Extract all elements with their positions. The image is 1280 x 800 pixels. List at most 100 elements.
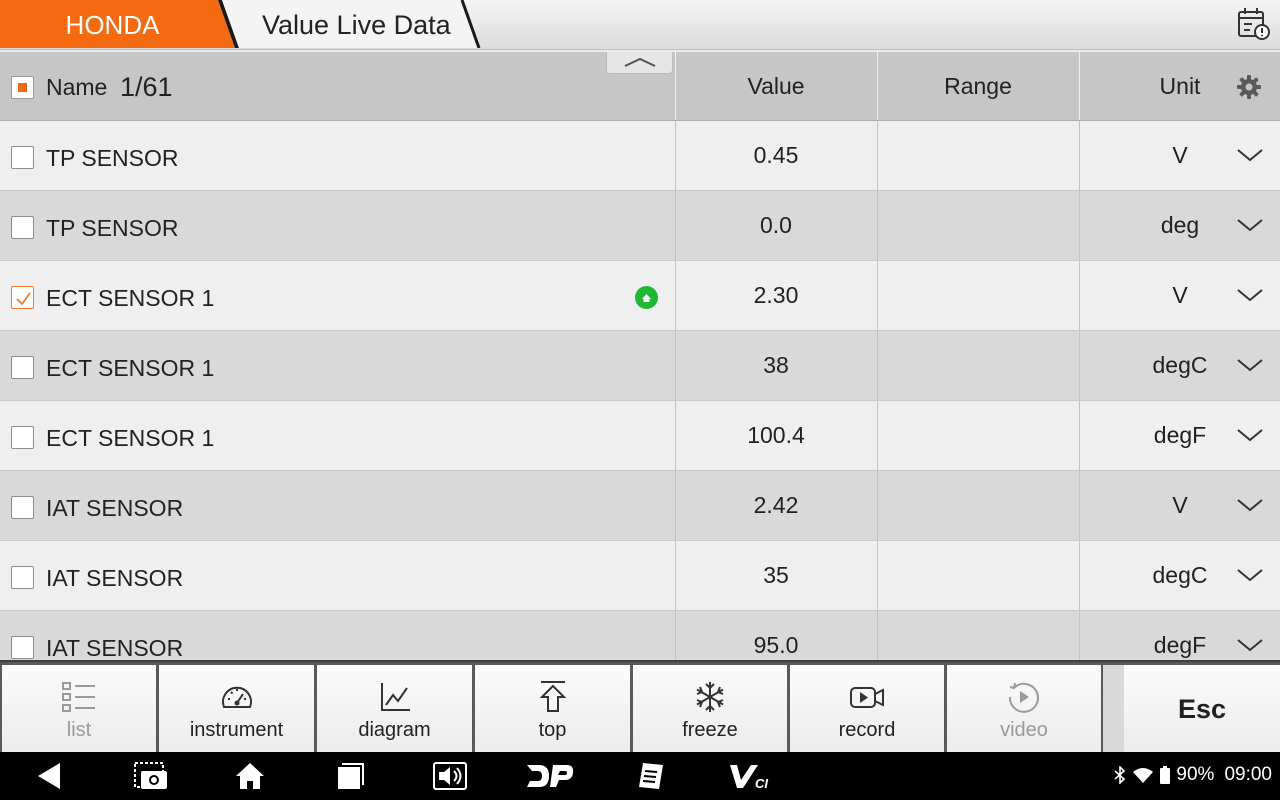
battery-level: 90% <box>1176 764 1215 785</box>
brand-tab[interactable]: HONDA <box>0 0 239 48</box>
range-column-header: Range <box>877 52 1078 120</box>
instrument-button[interactable]: instrument <box>159 665 314 754</box>
freeze-label: freeze <box>682 719 738 741</box>
app-root: HONDA Value Live Data Name 1/61 Value Ra… <box>0 0 1280 800</box>
row-name: TP SENSOR <box>46 215 179 241</box>
row-checkbox[interactable] <box>11 216 34 239</box>
row-checkbox[interactable] <box>11 146 34 169</box>
row-checkbox[interactable] <box>11 356 34 379</box>
report-document-icon[interactable] <box>636 761 666 791</box>
chevron-down-icon[interactable] <box>1236 357 1264 373</box>
table-row[interactable]: IAT SENSOR 35 degC <box>0 541 1280 611</box>
vci-icon[interactable]: CI <box>728 761 774 791</box>
row-range <box>877 541 1078 610</box>
diagram-label: diagram <box>358 719 431 741</box>
chevron-down-icon[interactable] <box>1236 287 1264 303</box>
name-column-header: Name 1/61 <box>0 52 674 120</box>
list-button[interactable]: list <box>2 665 156 754</box>
bottom-toolbar: list instrument diagram top freeze recor… <box>0 660 1280 754</box>
row-unit: degF <box>1153 422 1207 448</box>
row-unit: degC <box>1152 352 1208 378</box>
row-value: 38 <box>675 331 876 400</box>
screenshot-icon[interactable] <box>133 761 169 791</box>
chevron-down-icon[interactable] <box>1236 217 1264 233</box>
chevron-down-icon[interactable] <box>1236 147 1264 163</box>
row-unit: V <box>1172 282 1188 308</box>
chevron-down-icon[interactable] <box>1236 427 1264 443</box>
row-unit-cell[interactable]: degC <box>1079 331 1280 400</box>
chevron-down-icon[interactable] <box>1236 497 1264 513</box>
row-name-cell: ECT SENSOR 1 <box>0 331 674 400</box>
row-name: TP SENSOR <box>46 145 179 171</box>
row-unit-cell[interactable]: degC <box>1079 541 1280 610</box>
row-unit-cell[interactable]: V <box>1079 261 1280 330</box>
top-bar: HONDA Value Live Data <box>0 0 1280 50</box>
row-value: 95.0 <box>675 611 876 660</box>
row-name-cell: ECT SENSOR 1 <box>0 261 674 330</box>
checkmark-icon <box>16 292 31 306</box>
table-row[interactable]: ECT SENSOR 1 100.4 degF <box>0 401 1280 471</box>
row-name: IAT SENSOR <box>46 495 184 521</box>
replay-video-icon <box>1008 682 1039 713</box>
live-data-table: TP SENSOR 0.45 V TP SENSOR 0.0 deg ECT S… <box>0 121 1280 660</box>
table-row[interactable]: IAT SENSOR 95.0 degF <box>0 611 1280 660</box>
row-unit-cell[interactable]: degF <box>1079 401 1280 470</box>
row-unit-cell[interactable]: V <box>1079 471 1280 540</box>
volume-icon[interactable] <box>432 761 468 791</box>
top-button[interactable]: top <box>475 665 630 754</box>
row-checkbox[interactable] <box>11 496 34 519</box>
chevron-down-icon[interactable] <box>1236 637 1264 653</box>
wifi-icon <box>1133 768 1154 783</box>
table-row[interactable]: ECT SENSOR 1 38 degC <box>0 331 1280 401</box>
esc-button[interactable]: Esc <box>1124 665 1280 754</box>
recent-apps-icon[interactable] <box>334 761 366 791</box>
row-range <box>877 611 1078 660</box>
row-name: IAT SENSOR <box>46 565 184 591</box>
chevron-down-icon[interactable] <box>1236 567 1264 583</box>
freeze-button[interactable]: freeze <box>633 665 787 754</box>
row-name-cell: TP SENSOR <box>0 121 674 190</box>
gauge-icon <box>221 686 252 708</box>
row-unit: degC <box>1152 562 1208 588</box>
row-name-cell: IAT SENSOR <box>0 541 674 610</box>
row-range <box>877 261 1078 330</box>
row-checkbox[interactable] <box>11 426 34 449</box>
row-unit-cell[interactable]: deg <box>1079 191 1280 260</box>
bluetooth-icon <box>1114 766 1126 784</box>
instrument-label: instrument <box>189 719 284 741</box>
row-checkbox[interactable] <box>11 566 34 589</box>
video-button[interactable]: video <box>947 665 1101 754</box>
table-row[interactable]: IAT SENSOR 2.42 V <box>0 471 1280 541</box>
select-all-checkbox[interactable] <box>11 76 34 99</box>
row-unit: V <box>1172 492 1188 518</box>
row-range <box>877 401 1078 470</box>
report-calendar-icon[interactable] <box>1236 6 1272 42</box>
record-button[interactable]: record <box>790 665 944 754</box>
table-row[interactable]: ECT SENSOR 1 2.30 V <box>0 261 1280 331</box>
row-name-cell: IAT SENSOR <box>0 471 674 540</box>
toolbar-spacer <box>1103 665 1124 754</box>
table-row[interactable]: TP SENSOR 0.45 V <box>0 121 1280 191</box>
row-unit-cell[interactable]: V <box>1079 121 1280 190</box>
row-checkbox[interactable] <box>11 636 34 659</box>
row-name: ECT SENSOR 1 <box>46 355 215 381</box>
brand-label: HONDA <box>65 10 160 40</box>
back-icon[interactable] <box>34 761 64 791</box>
system-nav-bar: CI 90% 09:00 <box>0 752 1280 800</box>
unit-header-label: Unit <box>1159 72 1201 99</box>
collapse-header-button[interactable] <box>606 52 673 74</box>
home-icon[interactable] <box>234 761 266 791</box>
row-unit-cell[interactable]: degF <box>1079 611 1280 660</box>
video-label: video <box>1000 719 1048 741</box>
list-icon <box>62 682 95 712</box>
row-checkbox-checked[interactable] <box>11 286 34 309</box>
table-row[interactable]: TP SENSOR 0.0 deg <box>0 191 1280 261</box>
record-label: record <box>838 719 896 741</box>
dp-logo-icon[interactable] <box>525 761 575 791</box>
page-title: Value Live Data <box>262 10 451 40</box>
gear-icon[interactable] <box>1236 74 1262 100</box>
top-label: top <box>538 719 567 741</box>
diagram-button[interactable]: diagram <box>317 665 472 754</box>
row-value: 100.4 <box>675 401 876 470</box>
list-label: list <box>66 719 92 741</box>
